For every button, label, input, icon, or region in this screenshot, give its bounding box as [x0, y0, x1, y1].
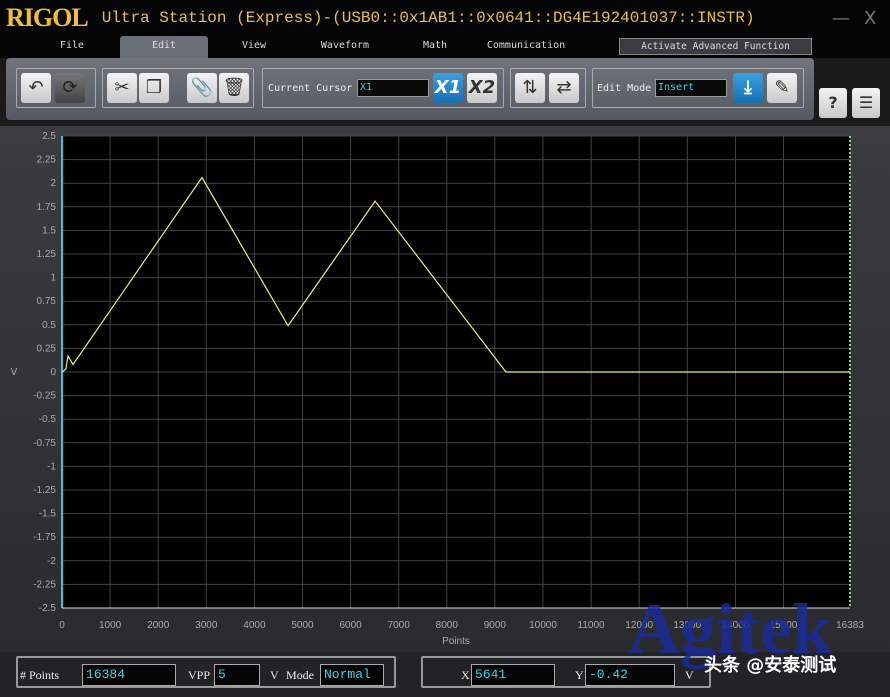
- rigol-logo: RIGOL: [6, 3, 89, 32]
- mode-field[interactable]: Normal: [320, 664, 384, 686]
- watermark-caption: 头条 @安泰测试: [704, 655, 837, 676]
- window-title: Ultra Station (Express)-(USB0::0x1AB1::0…: [101, 9, 755, 27]
- points-field[interactable]: 16384: [82, 664, 176, 686]
- activate-advanced-button[interactable]: Activate Advanced Function: [619, 38, 812, 55]
- x-tick-label: 9000: [484, 620, 507, 631]
- current-cursor-label: Current Cursor: [268, 83, 353, 94]
- menu-communication[interactable]: Communication: [480, 36, 572, 58]
- download-icon[interactable]: ⤓: [733, 73, 763, 103]
- x-tick-label: 0: [59, 620, 65, 631]
- x-field[interactable]: 5641: [471, 664, 555, 686]
- x-tick-label: 1000: [99, 620, 122, 631]
- menu-file[interactable]: File: [40, 36, 104, 58]
- menu-waveform[interactable]: Waveform: [310, 36, 380, 58]
- y-tick-label: 1.25: [37, 249, 57, 260]
- y-tick-label: 1.5: [42, 225, 56, 236]
- cursor-group: Current Cursor X1 X1 X2: [262, 68, 504, 108]
- x-tick-label: 10000: [529, 620, 557, 631]
- vpp-label: VPP: [188, 668, 211, 682]
- points-label: # Points: [20, 668, 60, 682]
- copy-icon[interactable]: ❐: [139, 73, 169, 103]
- undo-group: ↶ ⟳: [16, 68, 96, 108]
- y-tick-label: -1.75: [33, 532, 56, 543]
- cursor-x1-button[interactable]: X1: [433, 73, 463, 103]
- paste-clip-icon[interactable]: 📎: [187, 73, 217, 103]
- y-tick-label: 0.5: [42, 320, 56, 331]
- y-axis-label: V: [11, 367, 18, 378]
- menu-edit[interactable]: Edit: [120, 36, 208, 58]
- y-tick-label: -1.25: [33, 485, 56, 496]
- x-tick-label: 8000: [436, 620, 459, 631]
- y-tick-label: -2.25: [33, 579, 56, 590]
- y-tick-label: -0.5: [39, 414, 57, 425]
- vpp-unit: V: [270, 668, 279, 682]
- edit-mode-label: Edit Mode: [597, 83, 652, 94]
- waveform-chart[interactable]: 2.5 2.25 2 1.75 1.5 1.25 1 0.75 0.5 0.25 0 -0.25 -0.…: [0, 126, 890, 652]
- undo-icon[interactable]: ↶: [21, 73, 51, 103]
- x-axis-label: Points: [442, 636, 470, 647]
- current-cursor-field[interactable]: X1: [357, 79, 429, 97]
- swap-group: ⇅ ⇄: [510, 68, 586, 108]
- y-tick-label: -0.25: [33, 391, 56, 402]
- x-label: X: [461, 668, 470, 682]
- waveform-info-group: # Points 16384 VPP 5 V Mode Normal: [16, 656, 396, 688]
- cursor-x2-button[interactable]: X2: [467, 73, 497, 103]
- edit-mode-field[interactable]: Insert: [655, 79, 727, 97]
- x-tick-label: 6000: [339, 620, 362, 631]
- title-bar: RIGOL Ultra Station (Express)-(USB0::0x1…: [0, 0, 890, 36]
- close-button[interactable]: X: [864, 8, 876, 29]
- y-tick-label: 2.25: [37, 155, 57, 166]
- y-tick-label: 1: [50, 273, 56, 284]
- clipboard-group: ✂ ❐ 📎 🗑: [102, 68, 254, 108]
- x-tick-label: 2000: [147, 620, 170, 631]
- mode-label: Mode: [286, 668, 314, 682]
- x-tick-label: 4000: [243, 620, 266, 631]
- y-tick-label: 1.75: [37, 202, 57, 213]
- y-tick-label: -0.75: [33, 438, 56, 449]
- y-tick-label: 2.5: [42, 131, 56, 142]
- delete-icon[interactable]: 🗑: [219, 73, 249, 103]
- chat-icon[interactable]: ☰: [852, 88, 880, 118]
- y-tick-label: 0.25: [37, 343, 57, 354]
- y-tick-label: 0: [50, 367, 56, 378]
- edit-toolbar: ↶ ⟳ ✂ ❐ 📎 🗑 Current Cursor X1 X1 X2 ⇅ ⇄ …: [6, 58, 814, 120]
- refresh-icon[interactable]: ⟳: [55, 73, 85, 103]
- y-tick-label: -2: [47, 556, 56, 567]
- y-tick-label: -1.5: [39, 509, 57, 520]
- menu-math[interactable]: Math: [410, 36, 460, 58]
- x-tick-label: 7000: [388, 620, 411, 631]
- swap-icon[interactable]: ⇄: [549, 73, 579, 103]
- y-tick-label: -2.5: [39, 603, 57, 614]
- edit-document-icon[interactable]: ✎: [767, 73, 797, 103]
- y-tick-label: 2: [50, 178, 56, 189]
- x-tick-label: 11000: [578, 620, 606, 631]
- minimize-button[interactable]: —: [832, 8, 850, 29]
- chart-area: 2.5 2.25 2 1.75 1.5 1.25 1 0.75 0.5 0.25 0 -0.25 -0.…: [0, 126, 890, 652]
- vpp-field[interactable]: 5: [214, 664, 260, 686]
- edit-mode-group: Edit Mode Insert ⤓ ✎: [592, 68, 804, 108]
- cut-icon[interactable]: ✂: [107, 73, 137, 103]
- help-button[interactable]: ?: [819, 88, 847, 118]
- y-tick-label: -1: [47, 461, 56, 472]
- flip-vertical-icon[interactable]: ⇅: [515, 73, 545, 103]
- x-tick-label: 3000: [195, 620, 218, 631]
- y-tick-label: 0.75: [37, 296, 57, 307]
- y-label: Y: [575, 668, 584, 682]
- x-tick-label: 16383: [836, 620, 864, 631]
- menu-view[interactable]: View: [222, 36, 286, 58]
- x-tick-label: 5000: [291, 620, 314, 631]
